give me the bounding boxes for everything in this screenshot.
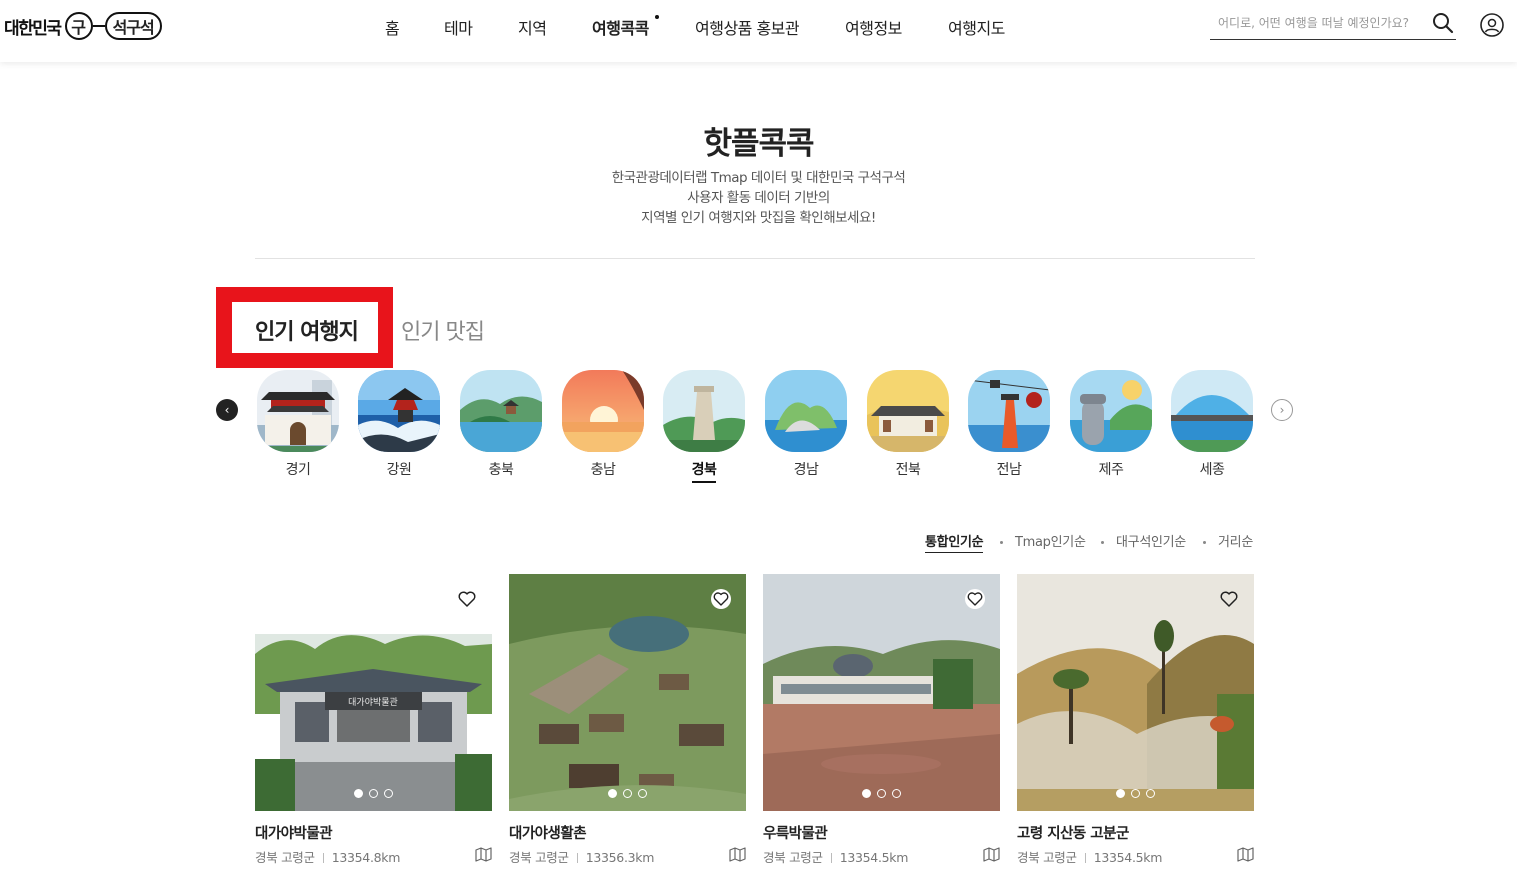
site-header: 대한민국 구 석구석 홈 테마 지역 여행콕콕 여행상품 홍보관 여행정보 여행… <box>0 0 1517 62</box>
nav-active-dot <box>655 15 659 19</box>
logo-pill: 석구석 <box>104 12 162 40</box>
nav-theme[interactable]: 테마 <box>444 15 473 39</box>
sort-tmap[interactable]: Tmap인기순 <box>1015 531 1086 550</box>
region-sejong[interactable]: 세종 <box>1171 370 1253 478</box>
region-label: 강원 <box>386 462 412 478</box>
desc-line-1: 한국관광데이터랩 Tmap 데이터 및 대한민국 구석구석 <box>611 170 906 186</box>
image-pager <box>763 789 1000 798</box>
region-gangwon[interactable]: 강원 <box>358 370 440 478</box>
map-icon[interactable] <box>729 847 746 862</box>
region-label: 제주 <box>1098 462 1124 478</box>
dolhareubang-icon <box>1070 370 1152 452</box>
tab-popular-restaurants[interactable]: 인기 맛집 <box>401 314 485 346</box>
card-meta: 경북 고령군 13354.5km <box>1017 850 1163 865</box>
place-card[interactable]: 우륵박물관 경북 고령군 13354.5km <box>763 574 1000 865</box>
region-label: 세종 <box>1199 462 1225 478</box>
user-icon[interactable] <box>1480 13 1504 37</box>
region-chungnam[interactable]: 충남 <box>562 370 644 478</box>
region-label: 충북 <box>488 462 514 478</box>
fortress-icon <box>257 370 339 452</box>
sort-distance[interactable]: 거리순 <box>1218 531 1253 550</box>
nav-product-hall[interactable]: 여행상품 홍보관 <box>695 15 800 39</box>
next-arrow-icon[interactable]: › <box>1271 399 1293 421</box>
nav-region[interactable]: 지역 <box>518 15 547 39</box>
region-gyeonggi[interactable]: 경기 <box>257 370 339 478</box>
region-jeju[interactable]: 제주 <box>1070 370 1152 478</box>
card-meta: 경북 고령군 13354.8km <box>255 850 401 865</box>
prev-arrow-icon[interactable]: ‹ <box>216 399 238 421</box>
place-card[interactable]: 고령 지산동 고분군 경북 고령군 13354.5km <box>1017 574 1254 865</box>
place-card[interactable]: 대가야박물관 대가야박물관 경북 고령군 13354.8km <box>255 574 492 865</box>
card-title[interactable]: 우륵박물관 <box>763 822 828 843</box>
site-logo[interactable]: 대한민국 구 석구석 <box>4 10 162 42</box>
sort-separator <box>1101 541 1104 544</box>
museum-sign: 대가야박물관 <box>348 697 398 708</box>
divider <box>255 258 1255 259</box>
image-pager <box>509 789 746 798</box>
place-card[interactable]: 대가야생활촌 경북 고령군 13356.3km <box>509 574 746 865</box>
hanok-icon <box>867 370 949 452</box>
region-jeonbuk[interactable]: 전북 <box>867 370 949 478</box>
map-icon[interactable] <box>983 847 1000 862</box>
heart-icon[interactable] <box>1219 589 1239 609</box>
card-image[interactable]: 대가야박물관 <box>255 574 492 811</box>
nav-travel-map[interactable]: 여행지도 <box>948 15 1005 39</box>
lighthouse-coast-icon <box>358 370 440 452</box>
card-title[interactable]: 대가야박물관 <box>255 822 333 843</box>
region-label: 경북 <box>663 459 745 483</box>
sort-separator <box>1000 541 1003 544</box>
card-image[interactable] <box>1017 574 1254 811</box>
logo-text: 대한민국 <box>4 18 62 39</box>
nav-home[interactable]: 홈 <box>385 15 400 39</box>
region-gyeongnam[interactable]: 경남 <box>765 370 847 478</box>
sort-separator <box>1203 541 1206 544</box>
page-title: 핫플콕콕 <box>703 126 814 162</box>
observatory-icon <box>663 370 745 452</box>
nav-travel-info[interactable]: 여행정보 <box>845 15 902 39</box>
region-label: 경기 <box>285 462 311 478</box>
search-input[interactable] <box>1210 10 1428 36</box>
nav-travel-kokkok[interactable]: 여행콕콕 <box>592 15 649 39</box>
card-title[interactable]: 대가야생활촌 <box>509 822 587 843</box>
heart-icon[interactable] <box>965 589 985 609</box>
region-label: 경남 <box>793 462 819 478</box>
heart-icon[interactable] <box>711 589 731 609</box>
sort-integrated[interactable]: 통합인기순 <box>925 531 984 553</box>
image-pager <box>1017 789 1254 798</box>
logo-dash <box>92 25 105 27</box>
search-box <box>1210 10 1456 40</box>
card-meta: 경북 고령군 13354.5km <box>763 850 909 865</box>
bridge-icon <box>1171 370 1253 452</box>
sunset-icon <box>562 370 644 452</box>
logo-circle: 구 <box>64 12 93 40</box>
cable-car-icon <box>968 370 1050 452</box>
region-chungbuk[interactable]: 충북 <box>460 370 542 478</box>
desc-line-3: 지역별 인기 여행지와 맛집을 확인해보세요! <box>641 210 876 226</box>
desc-line-2: 사용자 활동 데이터 기반의 <box>687 190 830 206</box>
lake-mountain-icon <box>460 370 542 452</box>
map-icon[interactable] <box>1237 847 1254 862</box>
card-image[interactable] <box>509 574 746 811</box>
region-gyeongbuk[interactable]: 경북 <box>663 370 745 483</box>
image-pager <box>255 789 492 798</box>
region-label: 전북 <box>895 462 921 478</box>
region-label: 충남 <box>590 462 616 478</box>
sort-daeguseok[interactable]: 대구석인기순 <box>1116 531 1186 550</box>
card-title[interactable]: 고령 지산동 고분군 <box>1017 822 1129 843</box>
search-icon[interactable] <box>1432 12 1454 34</box>
card-image[interactable] <box>763 574 1000 811</box>
card-meta: 경북 고령군 13356.3km <box>509 850 655 865</box>
region-jeonnam[interactable]: 전남 <box>968 370 1050 478</box>
map-icon[interactable] <box>475 847 492 862</box>
region-label: 전남 <box>996 462 1022 478</box>
heart-icon[interactable] <box>457 589 477 609</box>
tab-popular-places[interactable]: 인기 여행지 <box>255 314 359 346</box>
island-icon <box>765 370 847 452</box>
